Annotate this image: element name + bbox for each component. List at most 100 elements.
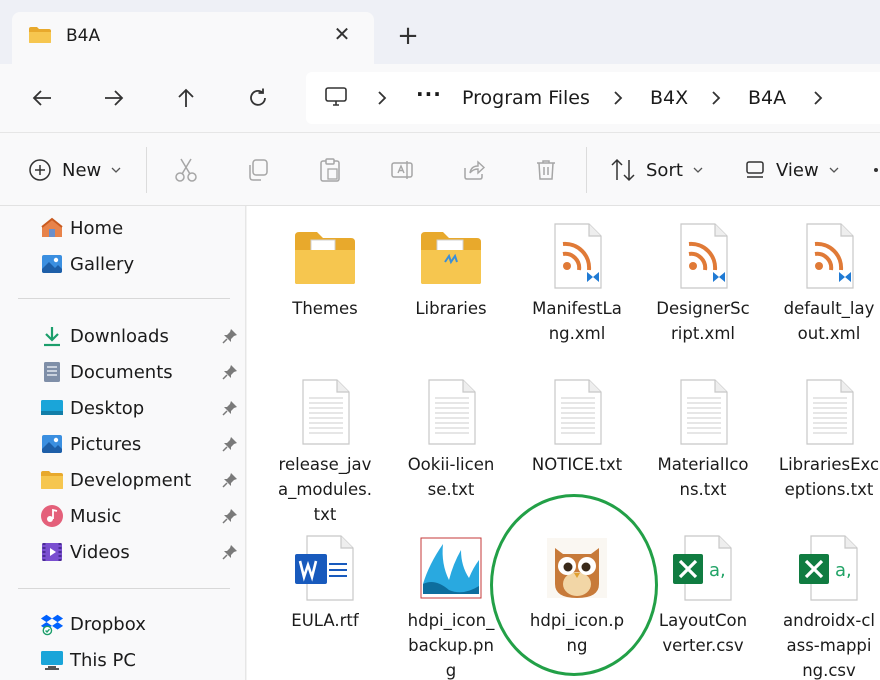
- file-item-eula-rtf[interactable]: EULA.rtf: [265, 524, 385, 680]
- nav-label: Documents: [70, 361, 173, 383]
- text-file-icon: [680, 379, 728, 445]
- file-name: NOTICE.txt: [531, 455, 623, 474]
- file-name: hdpi_icon.p ng: [529, 611, 625, 655]
- file-name: default_lay out.xml: [783, 299, 875, 343]
- more-locations-button[interactable]: ···: [416, 82, 442, 106]
- pin-icon[interactable]: [222, 544, 238, 560]
- view-icon: [746, 161, 764, 178]
- view-button[interactable]: View: [744, 155, 839, 185]
- videos-icon: [40, 540, 64, 564]
- nav-item-pictures[interactable]: Pictures: [40, 430, 240, 458]
- command-bar: New Sort View: [0, 132, 880, 206]
- view-label: View: [776, 159, 819, 181]
- file-item-hdpi-icon-backup-png[interactable]: hdpi_icon_ backup.pn g: [391, 524, 511, 680]
- folder-icon: [295, 232, 355, 284]
- nav-item-desktop[interactable]: Desktop: [40, 394, 240, 422]
- nav-item-this-pc[interactable]: This PC: [40, 646, 240, 674]
- delete-button[interactable]: [534, 155, 558, 185]
- divider: [18, 588, 230, 589]
- xml-icon: [680, 223, 728, 289]
- file-item-androidx-class-mapping-csv[interactable]: a, androidx-cl ass-mappi ng.csv: [769, 524, 880, 680]
- sort-button[interactable]: Sort: [610, 155, 703, 185]
- pin-icon[interactable]: [222, 364, 238, 380]
- nav-item-development[interactable]: Development: [40, 466, 240, 494]
- pin-icon[interactable]: [222, 436, 238, 452]
- scissors-icon: [175, 158, 197, 182]
- tab-b4a[interactable]: B4A ✕: [12, 12, 374, 64]
- excel-csv-icon: a,: [799, 535, 858, 601]
- crumb-b4x[interactable]: B4X: [650, 87, 688, 109]
- file-item-librariesexceptions-txt[interactable]: LibrariesExc eptions.txt: [769, 368, 880, 524]
- cut-button[interactable]: [174, 155, 198, 185]
- pin-icon[interactable]: [222, 400, 238, 416]
- image-icon: [420, 537, 482, 599]
- trash-icon: [537, 160, 555, 180]
- chevron-right-icon[interactable]: [710, 88, 722, 108]
- crumb-b4a[interactable]: B4A: [748, 87, 786, 109]
- file-item-themes[interactable]: Themes: [265, 212, 385, 362]
- address-bar[interactable]: ··· Program Files B4X B4A: [306, 72, 880, 124]
- file-item-designerscript-xml[interactable]: DesignerSc ript.xml: [643, 212, 763, 362]
- file-name: ManifestLa ng.xml: [532, 299, 622, 343]
- text-file-icon: [554, 379, 602, 445]
- music-icon: [40, 504, 64, 528]
- file-item-default-layout-xml[interactable]: default_lay out.xml: [769, 212, 880, 362]
- svg-text:a,: a,: [835, 560, 852, 581]
- chevron-right-icon[interactable]: [612, 88, 624, 108]
- folder-icon: [40, 468, 64, 492]
- crumb-program-files[interactable]: Program Files: [462, 87, 590, 109]
- copy-icon: [249, 159, 268, 181]
- refresh-button[interactable]: [240, 80, 276, 116]
- file-item-libraries[interactable]: Libraries: [391, 212, 511, 362]
- new-button[interactable]: New: [28, 155, 121, 185]
- nav-label: Dropbox: [70, 613, 146, 635]
- xml-icon: [806, 223, 854, 289]
- copy-button[interactable]: [246, 155, 270, 185]
- forward-button[interactable]: [96, 80, 132, 116]
- nav-label: Gallery: [70, 253, 135, 275]
- word-icon: [295, 535, 354, 601]
- share-button[interactable]: [462, 155, 486, 185]
- chevron-right-icon[interactable]: [376, 88, 388, 108]
- nav-item-videos[interactable]: Videos: [40, 538, 240, 566]
- nav-item-gallery[interactable]: Gallery: [40, 250, 240, 278]
- pin-icon[interactable]: [222, 508, 238, 524]
- paste-button[interactable]: [318, 155, 342, 185]
- pin-icon[interactable]: [222, 472, 238, 488]
- text-file-icon: [428, 379, 476, 445]
- nav-item-music[interactable]: Music: [40, 502, 240, 530]
- file-item-layoutconverter-csv[interactable]: a, LayoutCon verter.csv: [643, 524, 763, 680]
- file-item-ookii-license-txt[interactable]: Ookii-licen se.txt: [391, 368, 511, 524]
- new-tab-button[interactable]: +: [394, 22, 422, 50]
- file-name: LibrariesExc eptions.txt: [778, 455, 880, 499]
- arrow-left-icon: [32, 90, 51, 106]
- file-item-hdpi-icon-png[interactable]: hdpi_icon.p ng: [517, 524, 637, 680]
- nav-label: Desktop: [70, 397, 145, 419]
- more-options-button[interactable]: [872, 155, 880, 185]
- up-button[interactable]: [168, 80, 204, 116]
- nav-item-downloads[interactable]: Downloads: [40, 322, 240, 350]
- svg-text:a,: a,: [709, 560, 726, 581]
- file-item-notice-txt[interactable]: NOTICE.txt: [517, 368, 637, 524]
- nav-label: Pictures: [70, 433, 142, 455]
- nav-item-dropbox[interactable]: Dropbox: [40, 610, 240, 638]
- file-item-release-java-modules-txt[interactable]: release_jav a_modules. txt: [265, 368, 385, 524]
- chevron-right-icon[interactable]: [812, 88, 824, 108]
- file-name: EULA.rtf: [291, 611, 359, 630]
- file-item-materialicons-txt[interactable]: MaterialIco ns.txt: [643, 368, 763, 524]
- nav-item-home[interactable]: Home: [40, 214, 240, 242]
- file-name: Ookii-licen se.txt: [407, 455, 495, 499]
- arrow-up-icon: [178, 88, 194, 107]
- documents-icon: [40, 360, 64, 384]
- nav-item-documents[interactable]: Documents: [40, 358, 240, 386]
- file-list: Themes Libraries ManifestLa ng.xml Desig…: [247, 206, 880, 680]
- arrow-right-icon: [105, 90, 124, 106]
- chevron-down-icon: [829, 167, 839, 173]
- tab-title: B4A: [66, 26, 101, 46]
- rename-button[interactable]: [390, 155, 414, 185]
- file-item-manifestlang-xml[interactable]: ManifestLa ng.xml: [517, 212, 637, 362]
- close-tab-icon[interactable]: ✕: [330, 22, 354, 46]
- pin-icon[interactable]: [222, 328, 238, 344]
- back-button[interactable]: [24, 80, 60, 116]
- nav-label: Development: [70, 469, 192, 491]
